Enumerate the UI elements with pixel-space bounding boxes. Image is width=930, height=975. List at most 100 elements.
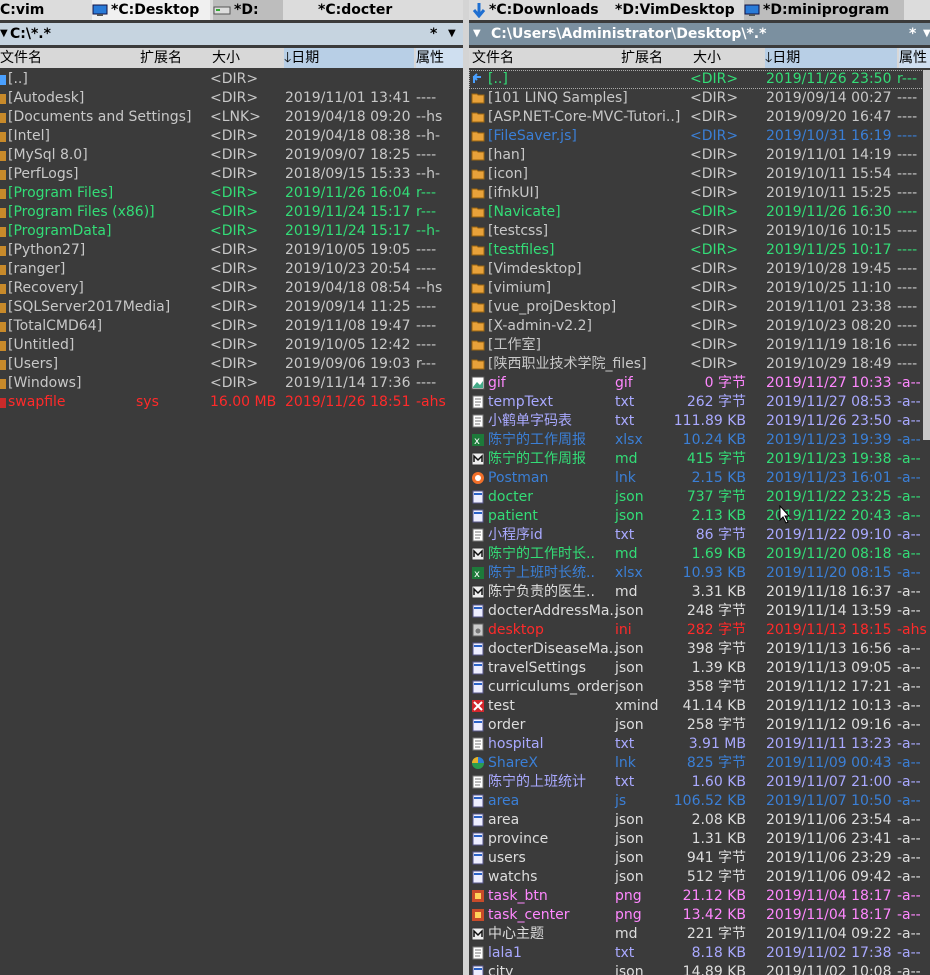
file-row[interactable]: [Documents and Settings] <LNK> 2019/04/18 …	[0, 108, 463, 127]
file-row[interactable]: ShareX lnk 825 字节 2019/11/09 00:43 -a--	[469, 754, 930, 773]
column-attr[interactable]: 属性	[416, 48, 463, 68]
file-row[interactable]: area json 2.08 KB 2019/11/06 23:54 -a--	[469, 811, 930, 830]
file-row[interactable]: patient json 2.13 KB 2019/11/22 20:43 -a--	[469, 507, 930, 526]
tab-c-downloads[interactable]: *C:Downloads	[472, 0, 612, 20]
file-row[interactable]: x 陈宁的工作周报 xlsx 10.24 KB 2019/11/23 19:39 -a--	[469, 431, 930, 450]
column-attr[interactable]: 属性	[899, 48, 930, 68]
tab-d-miniprogram[interactable]: *D:miniprogram	[744, 0, 904, 20]
file-row[interactable]: 陈宁的工作时长.. md 1.69 KB 2019/11/20 08:18 -a--	[469, 545, 930, 564]
file-row[interactable]: area js 106.52 KB 2019/11/07 10:50 -a--	[469, 792, 930, 811]
file-row[interactable]: province json 1.31 KB 2019/11/06 23:41 -a--	[469, 830, 930, 849]
file-row[interactable]: gif gif 0 字节 2019/11/27 10:33 -a--	[469, 374, 930, 393]
file-row[interactable]: [Untitled] <DIR> 2019/10/05 12:42 ----	[0, 336, 463, 355]
file-row[interactable]: [X-admin-v2.2] <DIR> 2019/10/23 08:20 ----	[469, 317, 930, 336]
file-row[interactable]: 小程序id txt 86 字节 2019/11/22 09:10 -a--	[469, 526, 930, 545]
file-row[interactable]: [ProgramData] <DIR> 2019/11/24 15:17 --h-	[0, 222, 463, 241]
file-row[interactable]: [Navicate] <DIR> 2019/11/26 16:30 ----	[469, 203, 930, 222]
column-size[interactable]: 大小	[212, 48, 240, 68]
cell-name: 中心主题	[488, 926, 544, 942]
file-row[interactable]: 小鹤单字码表 txt 111.89 KB 2019/11/26 23:50 -a--	[469, 412, 930, 431]
cell-size: <DIR>	[690, 242, 739, 258]
file-row[interactable]: [SQLServer2017Media] <DIR> 2019/09/14 11:2…	[0, 298, 463, 317]
chevron-down-icon[interactable]: ▼	[473, 23, 481, 45]
left-file-panel[interactable]: C:vim *C:Desktop *D: *C:docter ▼ C:\*.* …	[0, 0, 463, 975]
file-row[interactable]: lala1 txt 8.18 KB 2019/11/02 17:38 -a--	[469, 944, 930, 963]
right-file-list[interactable]: [..] <DIR> 2019/11/26 23:50 r--- [101 LINQ S…	[469, 70, 930, 975]
file-row[interactable]: desktop ini 282 字节 2019/11/13 18:15 -ahs	[469, 621, 930, 640]
column-name[interactable]: 文件名	[472, 48, 514, 68]
column-ext[interactable]: 扩展名	[621, 48, 663, 68]
file-row[interactable]: order json 258 字节 2019/11/12 09:16 -a--	[469, 716, 930, 735]
file-row[interactable]: docter json 737 字节 2019/11/22 23:25 -a--	[469, 488, 930, 507]
right-path-bar[interactable]: ▼ C:\Users\Administrator\Desktop\*.* * ▼	[469, 23, 930, 45]
file-row[interactable]: [工作室] <DIR> 2019/11/19 18:16 ----	[469, 336, 930, 355]
file-row[interactable]: [ranger] <DIR> 2019/10/23 20:54 ----	[0, 260, 463, 279]
cell-attr: ----	[416, 242, 437, 258]
file-row[interactable]: [vimium] <DIR> 2019/10/25 11:10 ----	[469, 279, 930, 298]
chevron-down-icon[interactable]: ▼	[0, 23, 8, 45]
file-row[interactable]: [MySql 8.0] <DIR> 2019/09/07 18:25 ----	[0, 146, 463, 165]
left-file-list[interactable]: [..] <DIR> [Autodesk] <DIR> 2019/11/01 13:41…	[0, 70, 463, 412]
file-row[interactable]: [ASP.NET-Core-MVC-Tutori..] <DIR> 2019/09/…	[469, 108, 930, 127]
file-row[interactable]: [TotalCMD64] <DIR> 2019/11/08 19:47 ----	[0, 317, 463, 336]
file-row[interactable]: swapfile sys 16.00 MB 2019/11/26 18:51 -ahs	[0, 393, 463, 412]
file-row[interactable]: [Intel] <DIR> 2019/04/18 08:38 --h-	[0, 127, 463, 146]
column-date[interactable]: 🡓日期	[765, 48, 897, 68]
vertical-scrollbar[interactable]	[923, 70, 930, 440]
left-path-bar[interactable]: ▼ C:\*.* * ▼	[0, 23, 463, 45]
file-row[interactable]: hospital txt 3.91 MB 2019/11/11 13:23 -a--	[469, 735, 930, 754]
file-row[interactable]: [陕西职业技术学院_files] <DIR> 2019/10/29 18:49 ---…	[469, 355, 930, 374]
file-row[interactable]: [101 LINQ Samples] <DIR> 2019/09/14 00:27-…	[469, 89, 930, 108]
file-row[interactable]: watchs json 512 字节 2019/11/06 09:42 -a--	[469, 868, 930, 887]
file-row[interactable]: [Users] <DIR> 2019/09/06 19:03 r---	[0, 355, 463, 374]
file-row[interactable]: 陈宁负责的医生.. md 3.31 KB 2019/11/18 16:37 -a--	[469, 583, 930, 602]
file-row[interactable]: 陈宁的工作周报 md 415 字节 2019/11/23 19:38 -a--	[469, 450, 930, 469]
file-row[interactable]: [FileSaver.js] <DIR> 2019/10/31 16:19 ----	[469, 127, 930, 146]
file-row[interactable]: [Recovery] <DIR> 2019/04/18 08:54 --hs	[0, 279, 463, 298]
file-row[interactable]: city json 14.89 KB 2019/11/02 10:08 -a--	[469, 963, 930, 975]
file-row[interactable]: [han] <DIR> 2019/11/01 14:19 ----	[469, 146, 930, 165]
right-file-panel[interactable]: *C:Downloads *D:VimDesktop *D:miniprogra…	[469, 0, 930, 975]
file-row[interactable]: x 陈宁上班时长统.. xlsx 10.93 KB 2019/11/20 08:15 -a…	[469, 564, 930, 583]
column-date[interactable]: 🡓日期	[284, 48, 414, 68]
file-row[interactable]: 中心主题 md 221 字节 2019/11/04 09:22 -a--	[469, 925, 930, 944]
file-row[interactable]: [Python27] <DIR> 2019/10/05 19:05 ----	[0, 241, 463, 260]
tab-d-vimdesktop[interactable]: *D:VimDesktop	[615, 0, 741, 20]
column-ext[interactable]: 扩展名	[140, 48, 182, 68]
file-row[interactable]: Postman lnk 2.15 KB 2019/11/23 16:01 -a--	[469, 469, 930, 488]
filter-dropdown-icon[interactable]: ▼	[923, 23, 930, 45]
file-row[interactable]: test xmind 41.14 KB 2019/11/12 10:13 -a--	[469, 697, 930, 716]
file-row[interactable]: travelSettings json 1.39 KB 2019/11/13 09:0…	[469, 659, 930, 678]
file-row[interactable]: task_btn png 21.12 KB 2019/11/04 18:17 -a--	[469, 887, 930, 906]
tab-c-docter[interactable]: *C:docter	[318, 0, 458, 20]
file-row[interactable]: users json 941 字节 2019/11/06 23:29 -a--	[469, 849, 930, 868]
file-row[interactable]: [icon] <DIR> 2019/10/11 15:54 ----	[469, 165, 930, 184]
file-row[interactable]: task_center png 13.42 KB 2019/11/04 18:17 -a…	[469, 906, 930, 925]
filter-label[interactable]: *	[430, 23, 437, 45]
file-row[interactable]: [Windows] <DIR> 2019/11/14 17:36 ----	[0, 374, 463, 393]
file-row[interactable]: [..] <DIR> 2019/11/26 23:50 r---	[469, 70, 930, 89]
file-row[interactable]: [Autodesk] <DIR> 2019/11/01 13:41 ----	[0, 89, 463, 108]
file-row[interactable]: [vue_projDesktop] <DIR> 2019/11/01 23:38 --…	[469, 298, 930, 317]
file-row[interactable]: 陈宁的上班统计 txt 1.60 KB 2019/11/07 21:00 -a--	[469, 773, 930, 792]
file-row[interactable]: [ifnkUI] <DIR> 2019/10/11 15:25 ----	[469, 184, 930, 203]
column-name[interactable]: 文件名	[0, 48, 42, 68]
cell-name: [Windows]	[8, 375, 82, 391]
tab-d-drive[interactable]: *D:	[213, 0, 283, 20]
column-size[interactable]: 大小	[693, 48, 721, 68]
filter-dropdown-icon[interactable]: ▼	[448, 23, 456, 45]
file-row[interactable]: [PerfLogs] <DIR> 2018/09/15 15:33 --h-	[0, 165, 463, 184]
file-row[interactable]: [..] <DIR>	[0, 70, 463, 89]
tab-c-vim[interactable]: C:vim	[0, 0, 90, 20]
tab-c-desktop[interactable]: *C:Desktop	[92, 0, 210, 20]
file-row[interactable]: [testcss] <DIR> 2019/10/16 10:15 ----	[469, 222, 930, 241]
file-row[interactable]: [Vimdesktop] <DIR> 2019/10/28 19:45 ----	[469, 260, 930, 279]
file-row[interactable]: tempText txt 262 字节 2019/11/27 08:53 -a--	[469, 393, 930, 412]
file-row[interactable]: curriculums_order json 358 字节 2019/11/12 17…	[469, 678, 930, 697]
filter-label[interactable]: *	[909, 23, 916, 45]
file-row[interactable]: docterDiseaseMa.. json 398 字节 2019/11/13 16…	[469, 640, 930, 659]
file-row[interactable]: [Program Files (x86)] <DIR> 2019/11/24 15:…	[0, 203, 463, 222]
file-row[interactable]: docterAddressMa.. json 248 字节 2019/11/14 13…	[469, 602, 930, 621]
file-row[interactable]: [testfiles] <DIR> 2019/11/25 10:17 ----	[469, 241, 930, 260]
file-row[interactable]: [Program Files] <DIR> 2019/11/26 16:04 r---	[0, 184, 463, 203]
